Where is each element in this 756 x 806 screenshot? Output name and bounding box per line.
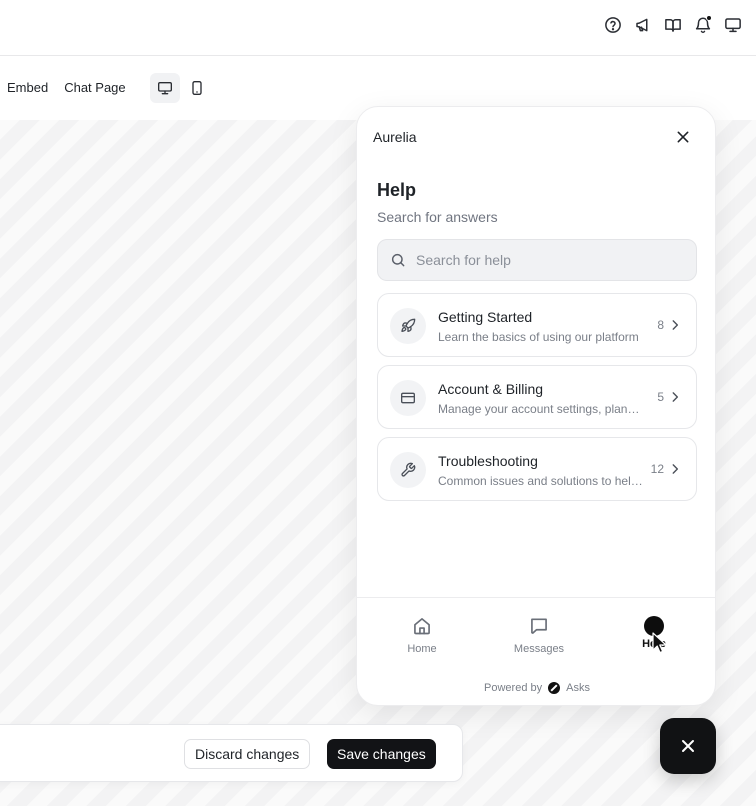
- category-troubleshooting[interactable]: Troubleshooting Common issues and soluti…: [377, 437, 697, 501]
- preview-toolbar: Embed Chat Page: [0, 72, 212, 104]
- chevron-right-icon: [668, 462, 682, 476]
- monitor-icon[interactable]: [724, 16, 742, 34]
- chevron-right-icon: [668, 318, 682, 332]
- widget-header: Aurelia: [373, 127, 699, 147]
- chevron-right-icon: [668, 390, 682, 404]
- top-bar-actions: [604, 15, 742, 34]
- nav-label: Home: [407, 643, 437, 655]
- save-changes-bar: Discard changes Save changes: [0, 724, 463, 782]
- desktop-view-button[interactable]: [149, 73, 180, 103]
- widget-title: Help: [377, 180, 417, 200]
- close-icon: [677, 131, 689, 143]
- powered-by-brand[interactable]: Asks: [566, 682, 590, 694]
- close-widget-button[interactable]: [673, 127, 693, 147]
- nav-home[interactable]: Home: [382, 616, 462, 655]
- tab-embed[interactable]: Embed: [0, 72, 56, 104]
- category-getting-started[interactable]: Getting Started Learn the basics of usin…: [377, 293, 697, 357]
- close-icon: [682, 740, 694, 752]
- tab-chat-page[interactable]: Chat Page: [56, 72, 133, 104]
- rocket-icon: [390, 308, 426, 344]
- discard-changes-button[interactable]: Discard changes: [184, 739, 311, 769]
- megaphone-icon[interactable]: [634, 16, 652, 34]
- category-title: Getting Started: [438, 309, 533, 325]
- widget-subtitle: Search for answers: [377, 209, 498, 225]
- top-bar: [0, 0, 756, 56]
- notification-dot: [706, 15, 712, 21]
- nav-label: Messages: [513, 643, 565, 655]
- category-title: Troubleshooting: [438, 453, 538, 469]
- help-search-box[interactable]: [377, 239, 697, 281]
- category-description: Common issues and solutions to help you: [438, 474, 644, 488]
- powered-by: Powered by Asks: [357, 682, 715, 694]
- home-icon: [414, 618, 430, 635]
- mobile-icon: [191, 81, 202, 95]
- widget-launcher-button[interactable]: [660, 718, 716, 774]
- category-description: Learn the basics of using our platform: [438, 330, 639, 344]
- credit-card-icon: [390, 380, 426, 416]
- mouse-cursor-icon: [652, 632, 667, 654]
- nav-messages[interactable]: Messages: [499, 616, 579, 655]
- help-icon[interactable]: [604, 16, 622, 34]
- desktop-icon: [157, 82, 172, 95]
- help-search-input[interactable]: [416, 252, 676, 268]
- mobile-view-button[interactable]: [182, 73, 212, 103]
- save-changes-button[interactable]: Save changes: [327, 739, 436, 769]
- help-widget: Aurelia Help Search for answers Getting …: [356, 106, 716, 706]
- category-title: Account & Billing: [438, 381, 544, 397]
- search-icon: [391, 253, 405, 267]
- category-article-count: 5: [657, 390, 664, 404]
- message-icon: [531, 618, 547, 634]
- category-article-count: 8: [657, 318, 664, 332]
- book-icon[interactable]: [664, 16, 682, 34]
- powered-by-text: Powered by: [484, 682, 543, 694]
- category-account-billing[interactable]: Account & Billing Manage your account se…: [377, 365, 697, 429]
- category-description: Manage your account settings, plans and …: [438, 402, 644, 416]
- widget-brand: Aurelia: [373, 129, 417, 145]
- bell-icon[interactable]: [694, 15, 712, 34]
- category-list: Getting Started Learn the basics of usin…: [377, 293, 697, 509]
- wrench-icon: [390, 452, 426, 488]
- asks-logo-icon: [548, 682, 561, 694]
- category-article-count: 12: [650, 462, 664, 476]
